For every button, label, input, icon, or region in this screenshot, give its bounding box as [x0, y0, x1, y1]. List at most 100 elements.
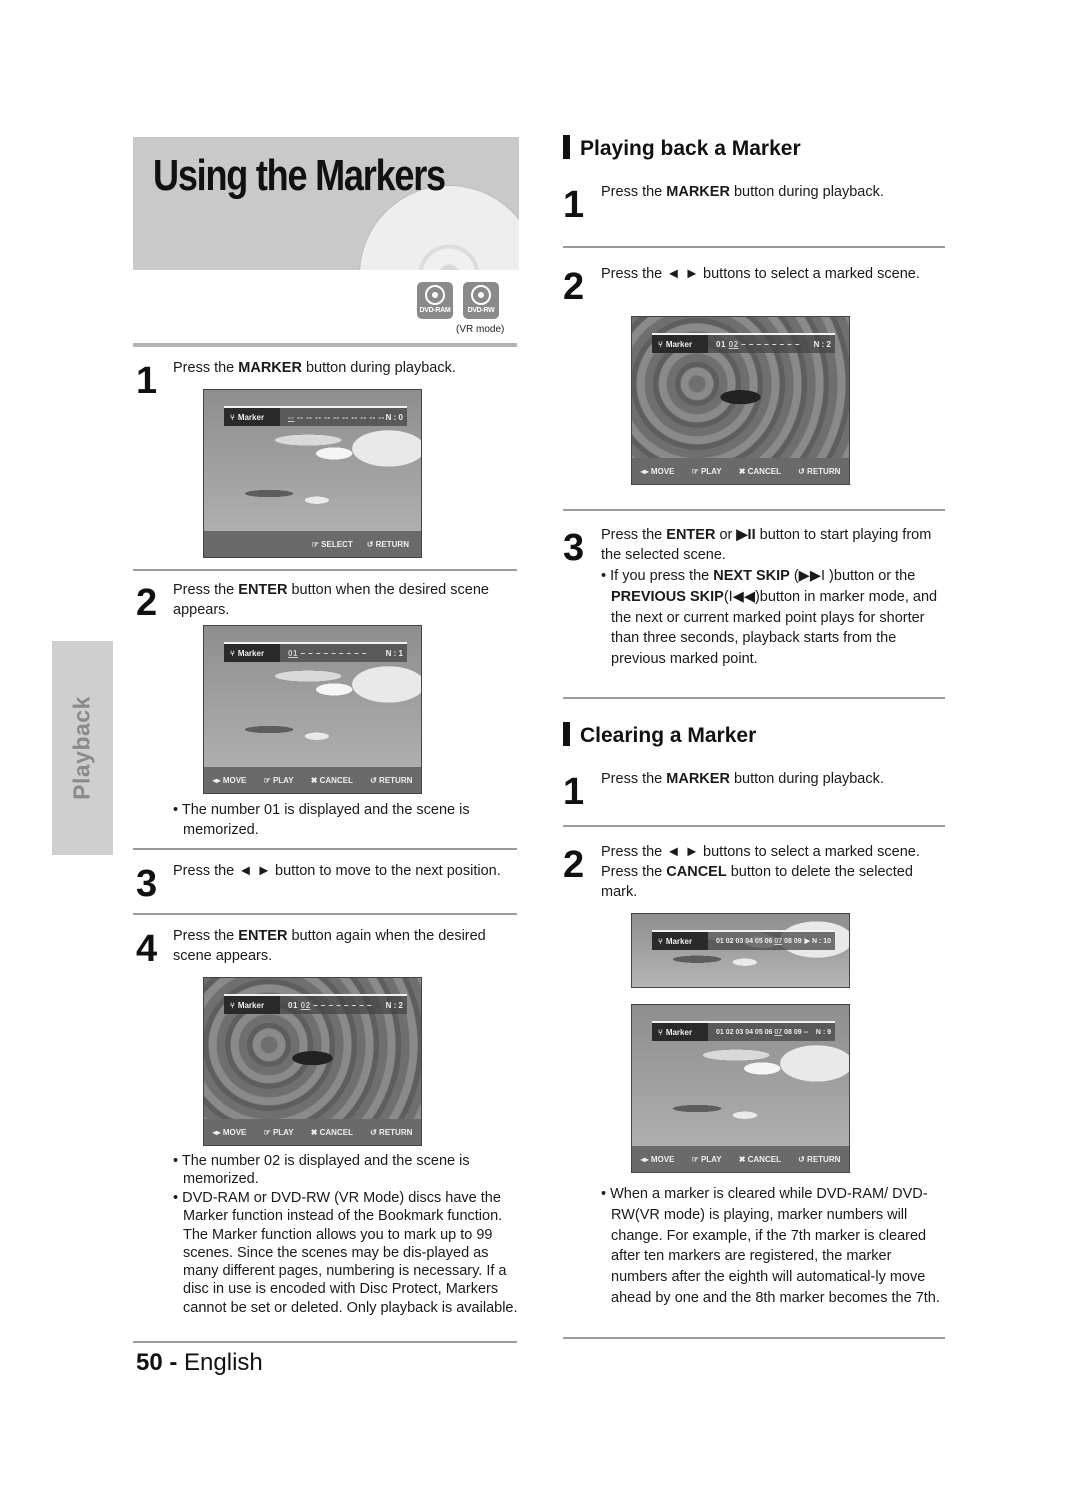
bullet-note: • When a marker is cleared while DVD-RAM… [601, 1186, 940, 1306]
marker-icon: ⑂ [230, 1000, 235, 1010]
step-number: 2 [563, 844, 585, 886]
divider [563, 825, 945, 827]
marker-slots: -- -- -- -- -- -- -- -- -- -- -- [288, 412, 385, 422]
marker-slots: 01 02 – – – – – – – – [716, 339, 800, 349]
marker-bar: ⑂ Marker 01 02 03 04 05 06 07 08 09 -- N … [652, 1021, 835, 1041]
marker-bar: ⑂ Marker 01 02 – – – – – – – – N : 2 [652, 333, 835, 353]
marker-bar: ⑂ Marker 01 – – – – – – – – – N : 1 [224, 642, 407, 662]
vr-mode-note: (VR mode) [456, 324, 505, 335]
return-hint: ↺ RETURN [366, 539, 409, 549]
marker-slots: 01 – – – – – – – – – [288, 648, 367, 658]
step-text: Press the MARKER button during playback. [601, 771, 884, 787]
step-text: Press the ENTER button again when the de… [173, 928, 486, 964]
cancel-icon: ✖ [310, 1127, 318, 1137]
return-hint: ↺ RETURN [370, 1127, 413, 1137]
bullet-note: • If you press the NEXT SKIP (▶▶I )butto… [601, 568, 938, 668]
side-tab-playback: Playback [52, 641, 113, 855]
step-text: Press the ◄ ► button to move to the next… [173, 863, 501, 879]
cancel-hint: ✖ CANCEL [738, 1154, 781, 1164]
divider [563, 246, 945, 248]
step-number: 2 [563, 266, 585, 308]
divider [133, 569, 517, 571]
step-text: Press the MARKER button during playback. [601, 184, 884, 200]
cancel-hint: ✖ CANCEL [310, 1127, 353, 1137]
play-icon: ☞ [263, 775, 271, 785]
return-hint: ↺ RETURN [798, 1154, 841, 1164]
dvd-rw-badge: DVD-RW [463, 282, 499, 319]
marker-icon: ⑂ [230, 412, 235, 422]
play-hint: ☞ PLAY [691, 466, 722, 476]
osd-button-bar: ◂▸ MOVE ☞ PLAY ✖ CANCEL ↺ RETURN [632, 458, 849, 484]
dvd-ram-badge: DVD-RAM [417, 282, 453, 319]
badge-label: DVD-RW [467, 307, 495, 314]
disc-icon [471, 285, 491, 305]
divider [563, 509, 945, 511]
divider [563, 1337, 945, 1339]
step-text: Press the ◄ ► buttons to select a marked… [601, 266, 920, 282]
marker-slots: 01 02 – – – – – – – – [288, 1000, 372, 1010]
return-icon: ↺ [366, 539, 374, 549]
play-hint: ☞ PLAY [263, 1127, 294, 1137]
cancel-icon: ✖ [310, 775, 318, 785]
move-hint: ◂▸ MOVE [212, 775, 247, 785]
bullet-note: • The number 01 is displayed and the sce… [173, 802, 470, 838]
heading-bar [563, 722, 570, 746]
heading-bar [563, 135, 570, 159]
marker-icon: ⑂ [658, 1027, 663, 1037]
step-number: 1 [563, 184, 585, 226]
marker-label: Marker [237, 412, 265, 422]
osd-screen-marker-01: ⑂ Marker 01 – – – – – – – – – N : 1 ◂▸ MO… [203, 625, 422, 794]
play-icon: ☞ [263, 1127, 271, 1137]
marker-slots: 01 02 03 04 05 06 07 08 09 -- [716, 1028, 809, 1036]
marker-bar: ⑂ Marker 01 02 – – – – – – – – N : 2 [224, 994, 407, 1014]
move-hint: ◂▸ MOVE [212, 1127, 247, 1137]
move-hint: ◂▸ MOVE [640, 1154, 675, 1164]
play-hint: ☞ PLAY [263, 775, 294, 785]
move-icon: ◂▸ [640, 1154, 649, 1164]
divider [563, 697, 945, 699]
marker-label: Marker [665, 339, 693, 349]
bullet-note: • DVD-RAM or DVD-RW (VR Mode) discs have… [173, 1190, 518, 1316]
osd-button-bar: ◂▸ MOVE ☞ PLAY ✖ CANCEL ↺ RETURN [204, 1119, 421, 1145]
move-icon: ◂▸ [640, 466, 649, 476]
cancel-icon: ✖ [738, 1154, 746, 1164]
marker-bar: ⑂ Marker -- -- -- -- -- -- -- -- -- -- --… [224, 406, 407, 426]
section-heading-playback: Playing back a Marker [563, 135, 801, 161]
divider [133, 913, 517, 915]
return-icon: ↺ [370, 1127, 377, 1137]
badge-label: DVD-RAM [419, 307, 451, 314]
select-icon: ☞ [311, 539, 319, 549]
cancel-hint: ✖ CANCEL [310, 775, 353, 785]
osd-screen-ten-markers: ⑂Marker 01 02 03 04 05 06 07 08 09 10 ▶ … [631, 913, 850, 988]
divider [133, 848, 517, 850]
step-number: 3 [563, 527, 585, 569]
marker-label: Marker [665, 936, 693, 946]
page-title: Using the Markers [153, 151, 446, 200]
return-icon: ↺ [798, 1154, 805, 1164]
osd-screen-nine-markers: ⑂ Marker 01 02 03 04 05 06 07 08 09 -- N … [631, 1004, 850, 1173]
step-text: Press the ENTER button when the desired … [173, 582, 489, 618]
return-icon: ↺ [370, 775, 377, 785]
marker-icon: ⑂ [230, 648, 235, 658]
return-hint: ↺ RETURN [798, 466, 841, 476]
section-heading-clearing: Clearing a Marker [563, 722, 756, 748]
marker-count: N : 2 [813, 339, 831, 349]
osd-button-bar: ☞ SELECT ↺ RETURN [204, 531, 421, 557]
cancel-hint: ✖ CANCEL [738, 466, 781, 476]
step-text: Press the MARKER button during playback. [173, 360, 456, 376]
marker-count: N : 9 [815, 1028, 831, 1036]
marker-count: N : 0 [385, 412, 403, 422]
step-text: Press the ◄ ► buttons to select a marked… [601, 844, 920, 900]
select-hint: ☞ SELECT [311, 539, 353, 549]
move-hint: ◂▸ MOVE [640, 466, 675, 476]
marker-slots: 01 02 03 04 05 06 07 08 09 10 [716, 937, 805, 945]
return-icon: ↺ [798, 466, 805, 476]
footer-language: English [184, 1349, 263, 1376]
bullet-note: • The number 02 is displayed and the sce… [173, 1153, 470, 1188]
page-footer: 50 - English [136, 1349, 263, 1376]
step-number: 2 [136, 582, 158, 624]
osd-screen-marker-02: ⑂ Marker 01 02 – – – – – – – – N : 2 ◂▸ M… [203, 977, 422, 1146]
section-rule [133, 343, 517, 347]
marker-bar: ⑂Marker 01 02 03 04 05 06 07 08 09 10 ▶ … [652, 930, 835, 950]
step-text: Press the ENTER or ▶II button to start p… [601, 527, 932, 563]
